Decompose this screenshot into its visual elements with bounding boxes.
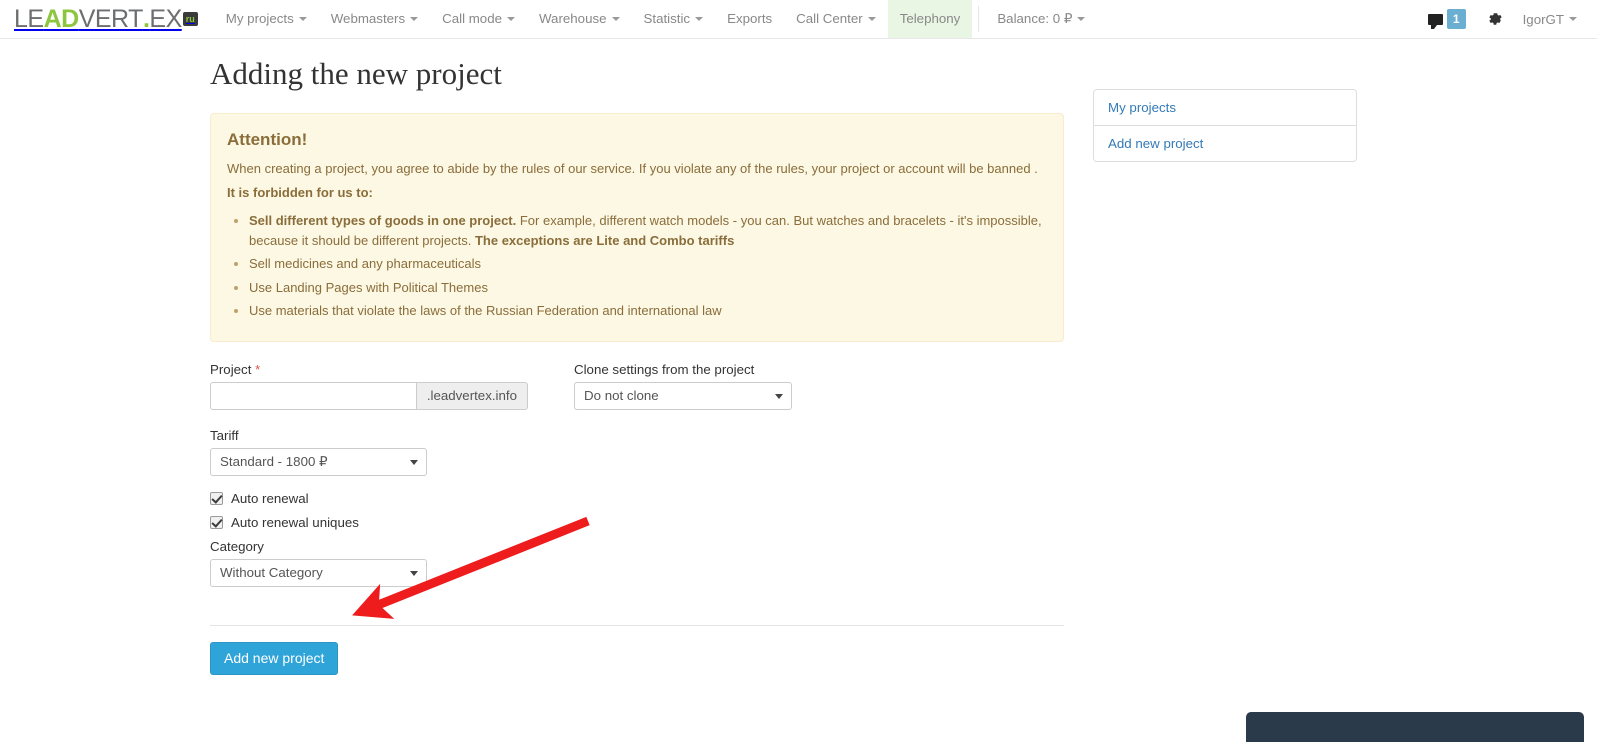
chevron-down-icon xyxy=(507,17,515,21)
logo-tld-badge: ru xyxy=(182,11,198,26)
project-name-input[interactable] xyxy=(210,381,416,410)
add-new-project-button[interactable]: Add new project xyxy=(210,641,339,676)
clone-field-group: Clone settings from the project Do not c… xyxy=(574,362,792,410)
alert-rules-list: Sell different types of goods in one pro… xyxy=(227,211,1047,321)
rule-bold-end: The exceptions are Lite and Combo tariff… xyxy=(474,232,735,248)
navbar-right-area: 1 IgorGT xyxy=(1419,0,1597,38)
renewal-options: Auto renewal Auto renewal uniques xyxy=(210,491,1064,530)
chat-widget-collapsed[interactable] xyxy=(1246,712,1584,742)
category-label: Category xyxy=(210,538,264,554)
logo-part-ex: EX xyxy=(149,4,182,33)
category-selected-value: Without Category xyxy=(220,565,323,581)
user-menu[interactable]: IgorGT xyxy=(1515,0,1583,38)
auto-renewal-uniques-label: Auto renewal uniques xyxy=(231,514,359,530)
auto-renewal-uniques-row[interactable]: Auto renewal uniques xyxy=(210,515,1064,530)
nav-label: Call mode xyxy=(442,11,502,27)
sidebar: My projects Add new project xyxy=(1093,89,1357,162)
clone-label: Clone settings from the project xyxy=(574,361,755,377)
logo-part-le: LE xyxy=(14,4,44,33)
rule-bold-start: Sell different types of goods in one pro… xyxy=(249,213,517,229)
nav-item-call-mode[interactable]: Call mode xyxy=(430,0,527,38)
required-asterisk: * xyxy=(255,361,261,377)
nav-item-call-center[interactable]: Call Center xyxy=(784,0,888,38)
nav-label: Exports xyxy=(727,11,773,27)
list-item: Use Landing Pages with Political Themes xyxy=(249,278,1047,298)
chat-icon xyxy=(1427,13,1443,29)
chevron-down-icon xyxy=(611,17,620,21)
tariff-label: Tariff xyxy=(210,427,239,443)
rule-normal: Use Landing Pages with Political Themes xyxy=(249,279,488,295)
balance-label: Balance: 0 ₽ xyxy=(997,11,1073,27)
chevron-down-icon xyxy=(1077,17,1086,21)
settings-button[interactable] xyxy=(1475,0,1515,38)
clone-selected-value: Do not clone xyxy=(584,388,659,404)
add-project-form: Project * .leadvertex.info Clone setting… xyxy=(210,362,1064,676)
auto-renewal-uniques-checkbox[interactable] xyxy=(210,515,223,529)
list-item: Sell different types of goods in one pro… xyxy=(249,211,1047,250)
nav-item-my-projects[interactable]: My projects xyxy=(214,0,319,38)
alert-heading: Attention! xyxy=(227,130,308,150)
category-select[interactable]: Without Category xyxy=(210,558,427,587)
nav-label: Statistic xyxy=(643,11,691,27)
main-menu: My projects Webmasters Call mode Warehou… xyxy=(214,0,1098,38)
nav-item-exports[interactable]: Exports xyxy=(715,0,784,38)
list-item: Sell medicines and any pharmaceuticals xyxy=(249,254,1047,274)
chevron-down-icon xyxy=(867,17,876,21)
logo-part-ad: AD xyxy=(43,4,80,33)
nav-divider xyxy=(978,6,980,32)
project-input-group: .leadvertex.info xyxy=(210,381,528,410)
chevron-down-icon xyxy=(775,393,783,399)
alert-forbidden-label: It is forbidden for us to: xyxy=(227,184,373,200)
logo-part-vert: VERT xyxy=(78,4,144,33)
auto-renewal-row[interactable]: Auto renewal xyxy=(210,491,1064,506)
nav-item-webmasters[interactable]: Webmasters xyxy=(319,0,430,38)
project-field-group: Project * .leadvertex.info xyxy=(210,362,540,410)
rule-normal: Use materials that violate the laws of t… xyxy=(249,303,722,319)
attention-alert: Attention! When creating a project, you … xyxy=(210,113,1064,342)
chevron-down-icon xyxy=(1569,17,1577,21)
form-actions: Add new project xyxy=(210,641,1064,676)
nav-item-statistic[interactable]: Statistic xyxy=(632,0,716,38)
rule-normal: Sell medicines and any pharmaceuticals xyxy=(249,256,481,272)
logo-leadvertex[interactable]: LE AD VERT. EX ru xyxy=(0,0,208,38)
nav-label: My projects xyxy=(225,11,294,27)
list-item: Use materials that violate the laws of t… xyxy=(249,301,1047,321)
nav-item-telephony[interactable]: Telephony xyxy=(887,0,973,38)
logo-text: LE AD VERT. EX ru xyxy=(14,4,198,33)
nav-item-warehouse[interactable]: Warehouse xyxy=(527,0,632,38)
tariff-select[interactable]: Standard - 1800 ₽ xyxy=(210,447,427,476)
sidebar-item-my-projects[interactable]: My projects xyxy=(1094,90,1356,126)
page-title: Adding the new project xyxy=(210,56,502,91)
tariff-selected-value: Standard - 1800 ₽ xyxy=(220,453,328,469)
project-domain-addon: .leadvertex.info xyxy=(415,381,528,410)
auto-renewal-checkbox[interactable] xyxy=(210,491,223,505)
project-label-text: Project xyxy=(210,361,252,377)
gear-icon xyxy=(1489,13,1502,25)
alert-intro-text: When creating a project, you agree to ab… xyxy=(227,160,1038,176)
messages-button[interactable]: 1 xyxy=(1419,0,1475,38)
chevron-down-icon xyxy=(410,459,418,465)
messages-count-badge: 1 xyxy=(1446,9,1466,29)
clone-settings-select[interactable]: Do not clone xyxy=(574,381,792,410)
chevron-down-icon xyxy=(410,17,419,21)
chevron-down-icon xyxy=(695,17,704,21)
nav-label: Telephony xyxy=(899,11,961,27)
auto-renewal-label: Auto renewal xyxy=(231,490,309,506)
main-content-column: Adding the new project Attention! When c… xyxy=(210,56,1064,676)
category-field-group: Category Without Category xyxy=(210,539,427,587)
nav-label: Call Center xyxy=(796,11,863,27)
chevron-down-icon xyxy=(298,17,307,21)
sidebar-list-group: My projects Add new project xyxy=(1093,89,1357,162)
nav-label: Warehouse xyxy=(539,11,607,27)
user-name: IgorGT xyxy=(1522,11,1564,27)
top-navbar: LE AD VERT. EX ru My projects Webmasters Cal… xyxy=(0,0,1597,39)
sidebar-item-add-new-project[interactable]: Add new project xyxy=(1094,126,1356,161)
form-divider xyxy=(210,624,1064,626)
tariff-field-group: Tariff Standard - 1800 ₽ xyxy=(210,428,427,476)
project-label: Project * xyxy=(210,362,540,377)
chevron-down-icon xyxy=(410,570,418,576)
nav-item-balance[interactable]: Balance: 0 ₽ xyxy=(985,0,1097,38)
nav-label: Webmasters xyxy=(330,11,406,27)
